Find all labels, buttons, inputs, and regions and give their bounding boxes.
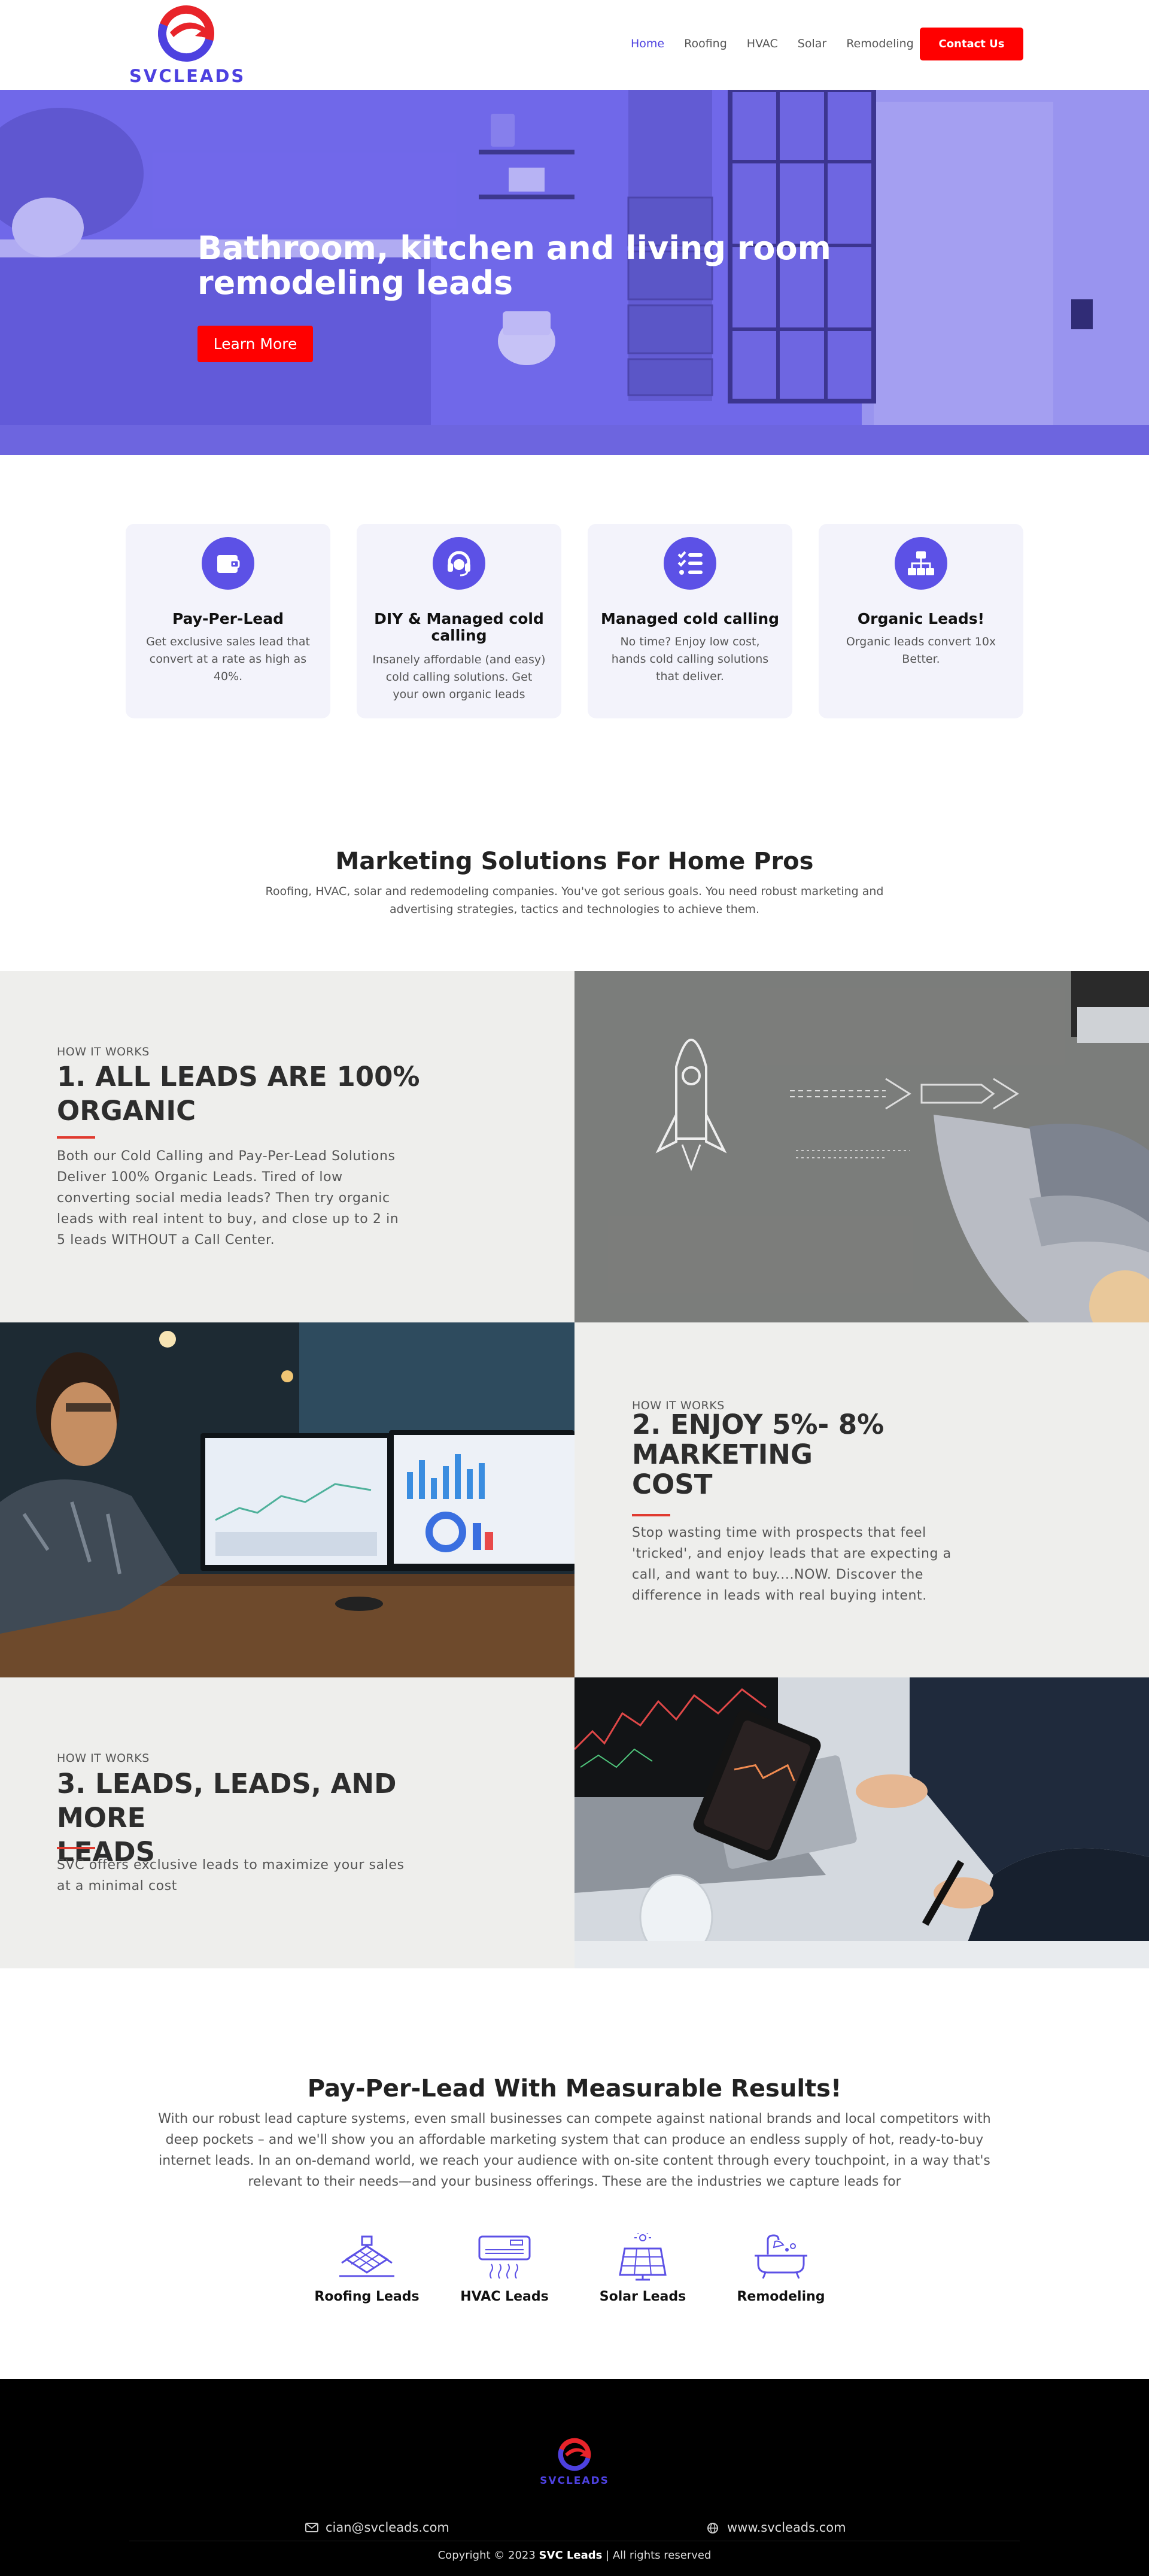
feature-text: Get exclusive sales lead that convert at… xyxy=(146,635,310,683)
row-text-line: leads with real intent to buy, and close… xyxy=(57,1212,399,1227)
hero-title: Bathroom, kitchen and living room remode… xyxy=(197,229,831,302)
page: SVCLEADS Home Roofing HVAC Solar Remodel… xyxy=(0,0,1149,2576)
row-text-line: converting social media leads? Then try … xyxy=(57,1191,390,1206)
how-it-works-row-1: HOW IT WORKS 1. ALL LEADS ARE 100% ORGAN… xyxy=(0,971,1149,1322)
rocket-laptop-image xyxy=(574,971,1149,1322)
site-footer: SVCLEADS cian@svcleads.com www.svcleads.… xyxy=(0,2379,1149,2576)
row-text-line: 5 leads WITHOUT a Call Center. xyxy=(57,1233,275,1248)
row-title-line: 1. ALL LEADS ARE 100% xyxy=(57,1061,420,1093)
row-text-line: Deliver 100% Organic Leads. Tired of low xyxy=(57,1170,343,1185)
copyright-prefix: Copyright © 2023 xyxy=(437,2549,539,2562)
site-header: SVCLEADS Home Roofing HVAC Solar Remodel… xyxy=(0,0,1149,90)
row-title-line: MARKETING xyxy=(632,1439,813,1470)
industry-label: Solar Leads xyxy=(599,2289,686,2304)
row-text-line: Stop wasting time with prospects that fe… xyxy=(632,1525,926,1540)
row-title-line: 2. ENJOY 5%- 8% xyxy=(632,1409,884,1440)
row-title-line: COST xyxy=(632,1468,713,1500)
ppl-description: With our robust lead capture systems, ev… xyxy=(158,2111,991,2189)
row-text-line: at a minimal cost xyxy=(57,1879,178,1894)
feature-text: Insanely affordable (and easy) cold call… xyxy=(372,653,546,701)
row-text-line: SVC offers exclusive leads to maximize y… xyxy=(57,1858,405,1873)
headset-icon xyxy=(433,537,485,590)
row-text-line: Both our Cold Calling and Pay-Per-Lead S… xyxy=(57,1149,396,1164)
row-text: Stop wasting time with prospects that fe… xyxy=(632,1522,952,1606)
analytics-desk-image xyxy=(0,1322,574,1677)
wallet-icon xyxy=(202,537,254,590)
globe-icon xyxy=(707,2523,718,2533)
footer-website[interactable]: www.svcleads.com xyxy=(707,2520,846,2535)
row-title-line: ORGANIC xyxy=(57,1095,196,1127)
feature-title: Pay-Per-Lead xyxy=(172,610,284,627)
industries-list: Roofing Leads HVAC Leads Solar Leads Rem… xyxy=(0,2233,1149,2311)
envelope-icon xyxy=(305,2523,318,2532)
copyright: Copyright © 2023 SVC Leads | All rights … xyxy=(0,2549,1149,2562)
features-section: Pay-Per-Lead Get exclusive sales lead th… xyxy=(126,524,1023,718)
row-text: Both our Cold Calling and Pay-Per-Lead S… xyxy=(57,1146,399,1251)
feature-card-managed-cold-calling[interactable]: Managed cold calling No time? Enjoy low … xyxy=(588,524,792,718)
contact-us-button[interactable]: Contact Us xyxy=(920,28,1023,60)
row-title: 2. ENJOY 5%- 8% MARKETING COST xyxy=(632,1408,1021,1501)
footer-logo[interactable]: SVCLEADS xyxy=(527,2437,622,2490)
learn-more-button[interactable]: Learn More xyxy=(197,326,313,362)
feature-card-organic-leads[interactable]: Organic Leads! Organic leads convert 10x… xyxy=(819,524,1023,718)
row-text-panel: HOW IT WORKS 3. LEADS, LEADS, AND MORE L… xyxy=(0,1677,574,1968)
ppl-title: Pay-Per-Lead With Measurable Results! xyxy=(307,2075,842,2102)
industry-label: HVAC Leads xyxy=(460,2289,549,2304)
nav-solar[interactable]: Solar xyxy=(798,35,826,53)
how-it-works-row-3: HOW IT WORKS 3. LEADS, LEADS, AND MORE L… xyxy=(0,1677,1149,1968)
nav-roofing[interactable]: Roofing xyxy=(684,35,727,53)
feature-title: DIY & Managed cold calling xyxy=(374,610,544,644)
how-it-works-row-2: HOW IT WORKS 2. ENJOY 5%- 8% MARKETING C… xyxy=(0,1322,1149,1677)
industry-label: Roofing Leads xyxy=(314,2289,420,2304)
row-text-panel: HOW IT WORKS 1. ALL LEADS ARE 100% ORGAN… xyxy=(0,971,574,1322)
sitemap-icon xyxy=(895,537,947,590)
logo-mark-icon xyxy=(558,2438,591,2471)
row-text-line: difference in leads with real buying int… xyxy=(632,1588,927,1603)
accent-divider xyxy=(57,1847,95,1849)
row-kicker: HOW IT WORKS xyxy=(57,1752,150,1765)
feature-title: Managed cold calling xyxy=(600,610,780,627)
feature-card-diy-cold-calling[interactable]: DIY & Managed cold calling Insanely affo… xyxy=(357,524,561,718)
row-title: 3. LEADS, LEADS, AND MORE LEADS xyxy=(57,1767,446,1869)
marketing-subtitle: Roofing, HVAC, solar and redemodeling co… xyxy=(265,885,884,916)
feature-title: Organic Leads! xyxy=(857,610,985,627)
main-nav: Home Roofing HVAC Solar Remodeling xyxy=(631,35,934,53)
row-text: SVC offers exclusive leads to maximize y… xyxy=(57,1855,405,1897)
solar-panel-icon xyxy=(619,2233,667,2281)
row-text-line: call, and want to buy....NOW. Discover t… xyxy=(632,1567,924,1582)
hvac-icon xyxy=(478,2235,531,2279)
footer-email-text: cian@svcleads.com xyxy=(326,2520,449,2535)
industry-label: Remodeling xyxy=(737,2289,825,2304)
footer-email[interactable]: cian@svcleads.com xyxy=(305,2520,449,2535)
copyright-brand: SVC Leads xyxy=(539,2549,603,2562)
nav-remodeling[interactable]: Remodeling xyxy=(846,35,914,53)
site-logo[interactable]: SVCLEADS xyxy=(129,4,246,86)
row-title-line: 3. LEADS, LEADS, AND MORE xyxy=(57,1768,397,1834)
feature-text: Organic leads convert 10x Better. xyxy=(846,635,996,666)
roofing-icon xyxy=(339,2235,394,2277)
marketing-title: Marketing Solutions For Home Pros xyxy=(335,848,814,875)
footer-website-text: www.svcleads.com xyxy=(727,2520,846,2535)
nav-hvac[interactable]: HVAC xyxy=(747,35,778,53)
copyright-suffix: | All rights reserved xyxy=(602,2549,712,2562)
accent-divider xyxy=(57,1136,95,1139)
feature-text: No time? Enjoy low cost, hands cold call… xyxy=(611,635,769,683)
footer-logo-text: SVCLEADS xyxy=(540,2475,609,2487)
logo-text: SVCLEADS xyxy=(129,66,246,86)
trading-tablet-image xyxy=(574,1677,1149,1968)
hero-section: Bathroom, kitchen and living room remode… xyxy=(0,90,1149,455)
row-text-line: 'tricked', and enjoy leads that are expe… xyxy=(632,1546,952,1561)
row-text-panel: HOW IT WORKS 2. ENJOY 5%- 8% MARKETING C… xyxy=(574,1322,1149,1677)
feature-card-pay-per-lead[interactable]: Pay-Per-Lead Get exclusive sales lead th… xyxy=(126,524,330,718)
row-title: 1. ALL LEADS ARE 100% ORGANIC xyxy=(57,1060,446,1128)
checklist-icon xyxy=(664,537,716,590)
row-kicker: HOW IT WORKS xyxy=(57,1045,150,1058)
nav-home[interactable]: Home xyxy=(631,35,664,53)
logo-mark-icon xyxy=(158,5,214,62)
bathtub-icon xyxy=(755,2234,807,2279)
accent-divider xyxy=(632,1514,670,1516)
